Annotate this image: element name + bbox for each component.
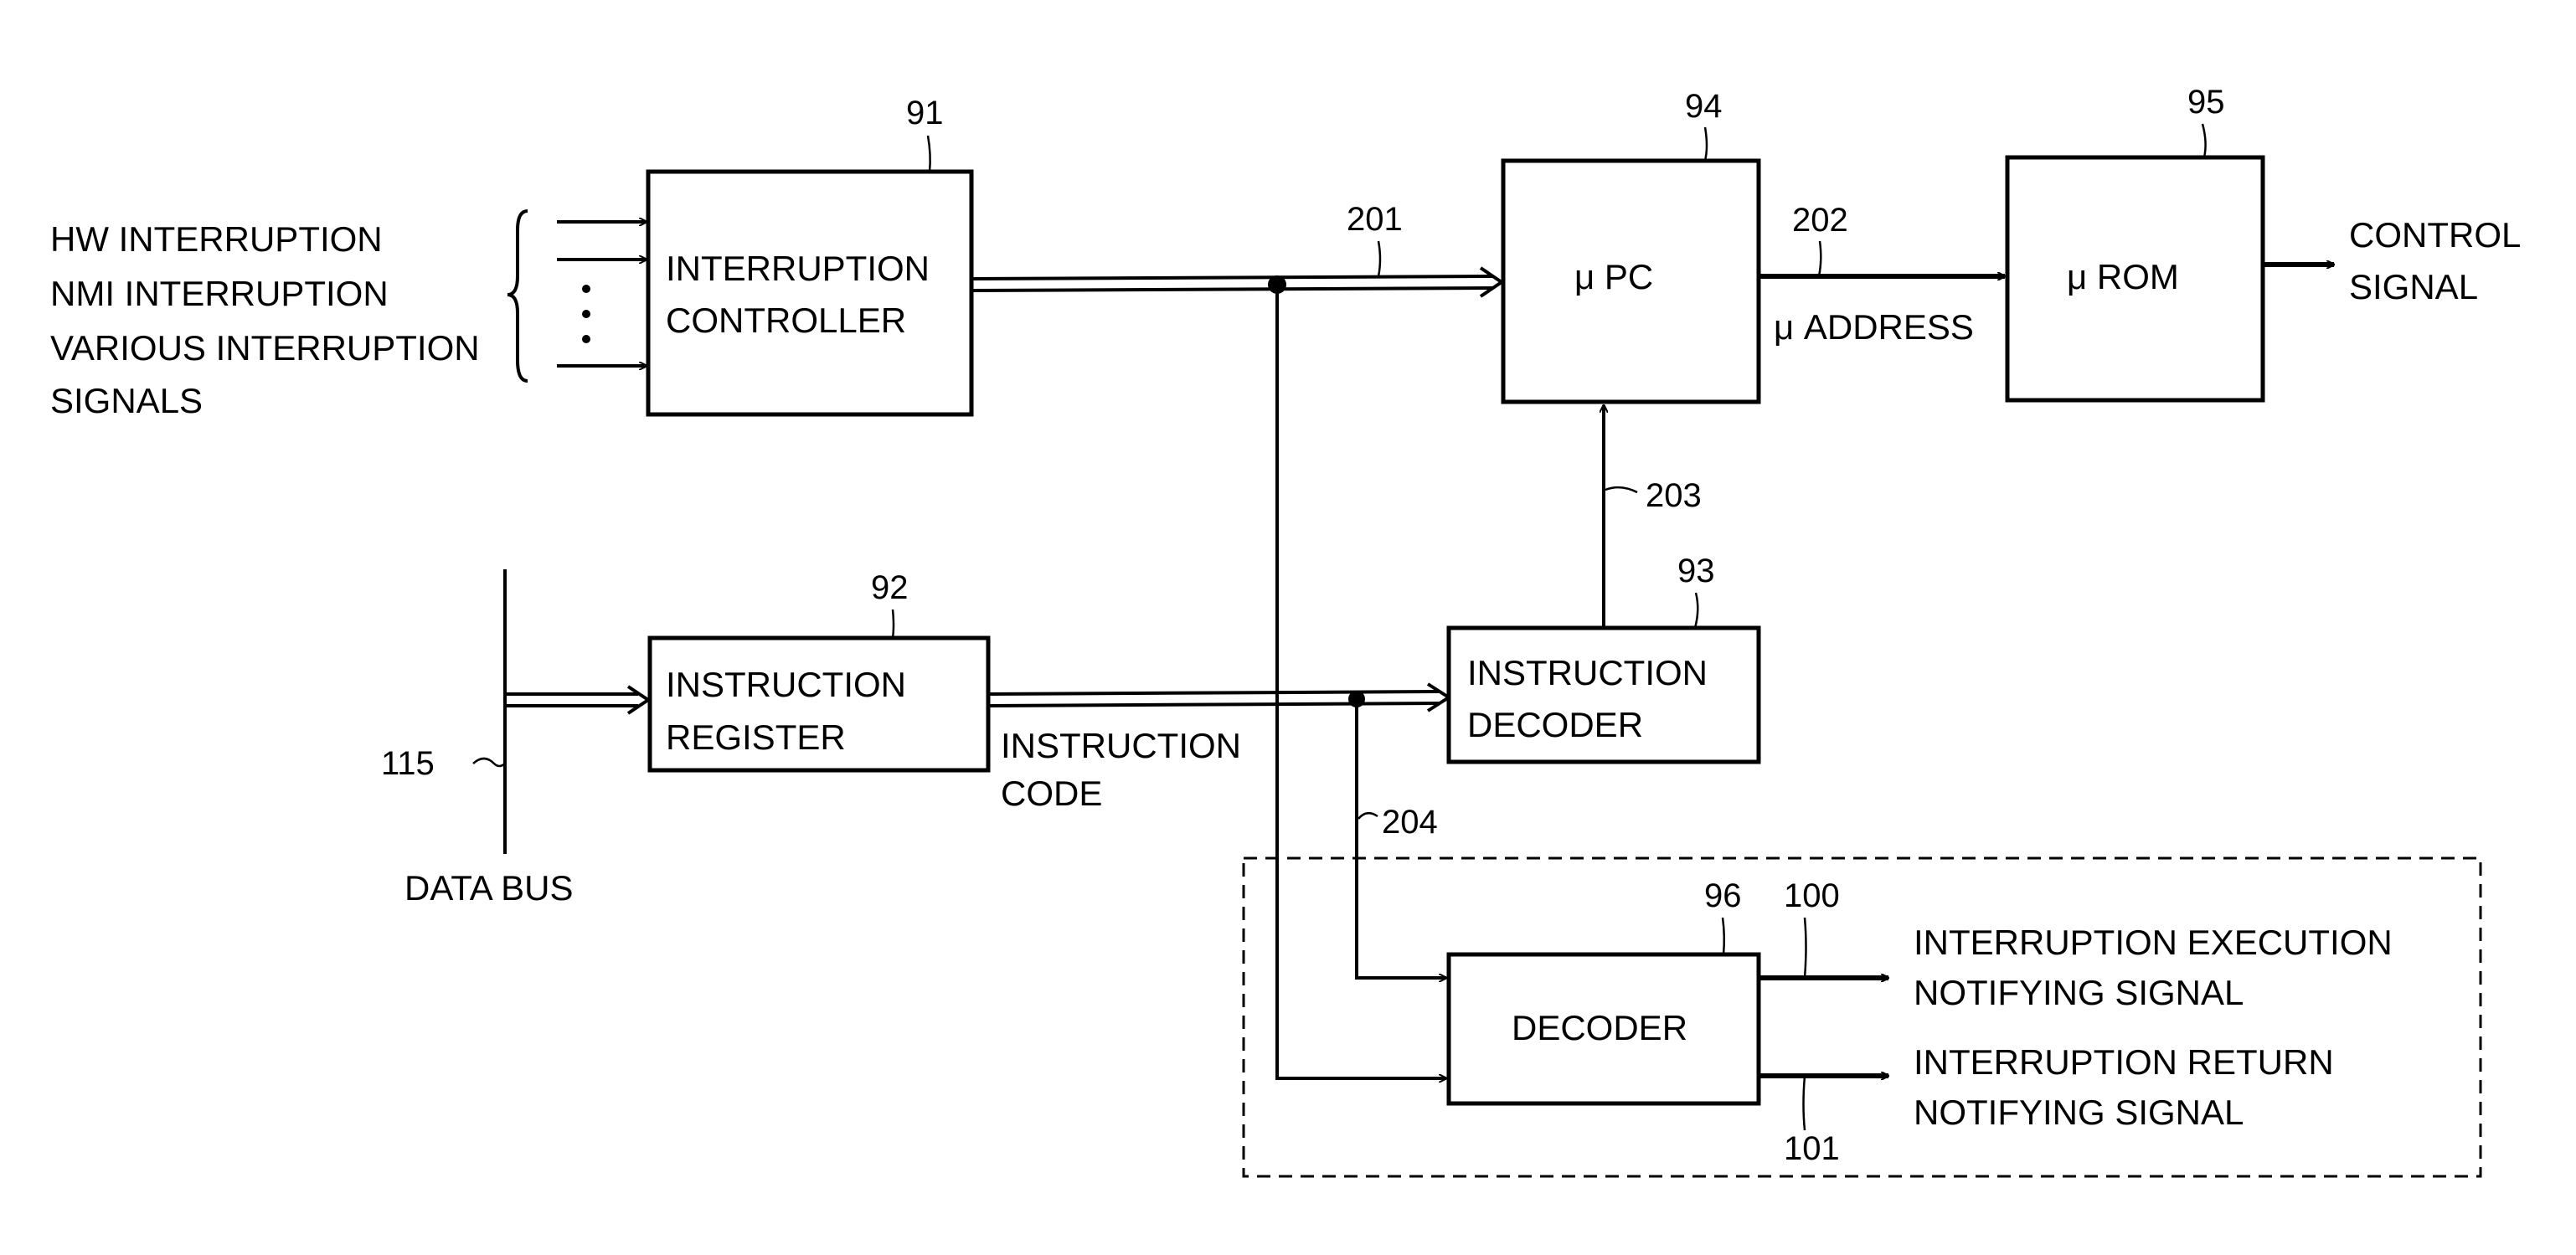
leader-204 (1358, 811, 1378, 820)
leader-93 (1693, 592, 1699, 629)
ref-201: 201 (1347, 201, 1403, 238)
instruction-code-label-1: INSTRUCTION (1001, 726, 1241, 765)
leader-201 (1377, 240, 1382, 277)
micro-address-label: μ ADDRESS (1774, 307, 1974, 347)
instruction-code-label-2: CODE (1001, 774, 1102, 813)
input-hw-interruption: HW INTERRUPTION (50, 219, 383, 259)
decoder-label: DECODER (1512, 1008, 1687, 1047)
ref-100: 100 (1784, 877, 1840, 914)
leader-92 (891, 609, 895, 639)
leader-203 (1605, 486, 1638, 494)
leader-101 (1802, 1075, 1806, 1131)
ref-202: 202 (1792, 202, 1848, 239)
input-signals: SIGNALS (50, 381, 203, 420)
interruption-controller-label-2: CONTROLLER (666, 301, 906, 340)
control-signal-label-1: CONTROL (2349, 215, 2521, 255)
leader-95 (2201, 123, 2207, 158)
micro-pc-block[interactable]: μ PC (1501, 158, 1761, 404)
decoder-block[interactable]: DECODER (1446, 952, 1761, 1106)
control-signal-label-2: SIGNAL (2349, 267, 2478, 306)
ref-93: 93 (1677, 553, 1715, 589)
ref-203: 203 (1646, 477, 1702, 514)
data-bus-arrowhead (626, 685, 652, 715)
return-notify-label-2: NOTIFYING SIGNAL (1914, 1093, 2244, 1132)
ref-92: 92 (871, 569, 909, 606)
leader-94 (1703, 126, 1708, 162)
leader-96 (1721, 917, 1726, 955)
interrupt-to-decoder-line (1275, 285, 1446, 1078)
instruction-decoder-block[interactable]: INSTRUCTION DECODER (1446, 625, 1761, 764)
micro-pc-label: μ PC (1574, 257, 1653, 296)
ellipsis-dot (582, 285, 590, 293)
bus-201-arrowhead (1479, 266, 1505, 298)
ref-96: 96 (1704, 877, 1742, 914)
bus-201-upper (971, 275, 1493, 280)
micro-rom-label: μ ROM (2067, 257, 2179, 296)
exec-notify-label-1: INTERRUPTION EXECUTION (1914, 923, 2393, 962)
block-diagram: HW INTERRUPTION NMI INTERRUPTION VARIOUS… (50, 84, 2521, 1178)
interruption-controller-block[interactable]: INTERRUPTION CONTROLLER (646, 169, 974, 417)
instruction-register-block[interactable]: INSTRUCTION REGISTER (647, 635, 991, 773)
brace-icon (507, 209, 528, 383)
input-various-interruption: VARIOUS INTERRUPTION (50, 328, 480, 368)
interruption-controller-label-1: INTERRUPTION (666, 249, 930, 288)
bus-201-lower (971, 286, 1493, 292)
ref-91: 91 (906, 95, 944, 131)
instruction-code-arrowhead (1426, 682, 1452, 712)
ref-94: 94 (1685, 88, 1723, 125)
data-bus-label: DATA BUS (404, 868, 574, 908)
instruction-decoder-label-2: DECODER (1467, 705, 1643, 744)
leader-202 (1817, 240, 1822, 277)
ref-204: 204 (1382, 804, 1438, 841)
ref-101: 101 (1784, 1130, 1840, 1167)
instruction-code-bus-upper (987, 690, 1440, 696)
leader-91 (926, 135, 931, 172)
input-nmi-interruption: NMI INTERRUPTION (50, 274, 389, 313)
instruction-register-label-2: REGISTER (666, 718, 846, 757)
micro-rom-block[interactable]: μ ROM (2005, 155, 2265, 403)
leader-100 (1803, 917, 1807, 979)
decoder-group-dashed-box (1242, 856, 2482, 1178)
instruction-register-label-1: INSTRUCTION (666, 665, 906, 704)
leader-115 (472, 757, 506, 768)
ellipsis-dot (582, 335, 590, 343)
exec-notify-label-2: NOTIFYING SIGNAL (1914, 973, 2244, 1012)
return-notify-label-1: INTERRUPTION RETURN (1914, 1042, 2334, 1082)
ref-95: 95 (2187, 84, 2225, 121)
instruction-code-bus-lower (987, 702, 1440, 707)
ref-115: 115 (381, 745, 435, 782)
ellipsis-dot (582, 310, 590, 318)
instruction-decoder-label-1: INSTRUCTION (1467, 653, 1708, 692)
